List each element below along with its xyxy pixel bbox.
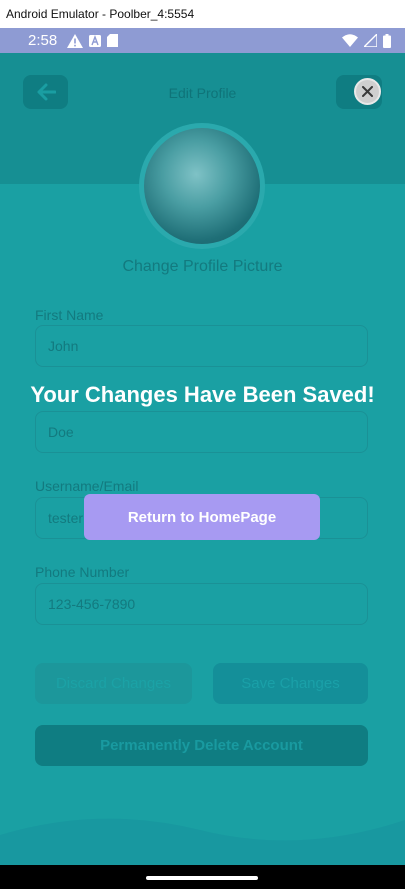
last-name-field[interactable]: Doe [35,411,368,453]
battery-icon [383,33,391,48]
save-changes-button[interactable]: Save Changes [213,663,368,704]
status-time: 2:58 [28,32,58,49]
navigation-bar [0,865,405,889]
status-icons-right [342,33,391,48]
window-titlebar: Android Emulator - Poolber_4:5554 [0,0,405,28]
edit-profile-screen: Edit Profile Change Profile Picture Firs… [0,53,405,865]
status-bar: 2:58 [0,28,405,53]
profile-picture [144,128,260,244]
a-icon [89,34,102,47]
first-name-label: First Name [35,307,104,323]
close-dialog-button[interactable] [354,78,381,105]
wifi-icon [342,34,358,47]
close-icon [362,86,373,97]
sd-card-icon [107,34,119,47]
last-name-value: Doe [48,424,74,440]
home-gesture-handle[interactable] [146,876,258,880]
first-name-field[interactable]: John [35,325,368,367]
discard-changes-button[interactable]: Discard Changes [35,663,192,704]
background-wave [0,818,405,865]
username-value: tester [48,510,84,526]
username-label: Username/Email [35,478,139,494]
signal-icon [364,34,377,47]
delete-account-button[interactable]: Permanently Delete Account [35,725,368,766]
first-name-value: John [48,338,79,354]
success-message: Your Changes Have Been Saved! [30,382,375,407]
warning-icon [67,33,84,48]
phone-field[interactable]: 123-456-7890 [35,583,368,625]
phone-label: Phone Number [35,564,130,580]
phone-value: 123-456-7890 [48,596,136,612]
change-profile-picture-link[interactable]: Change Profile Picture [0,258,405,276]
status-icons-left [67,33,119,48]
window-title: Android Emulator - Poolber_4:5554 [6,7,195,21]
return-to-homepage-button[interactable]: Return to HomePage [84,494,320,540]
avatar[interactable] [139,123,265,249]
